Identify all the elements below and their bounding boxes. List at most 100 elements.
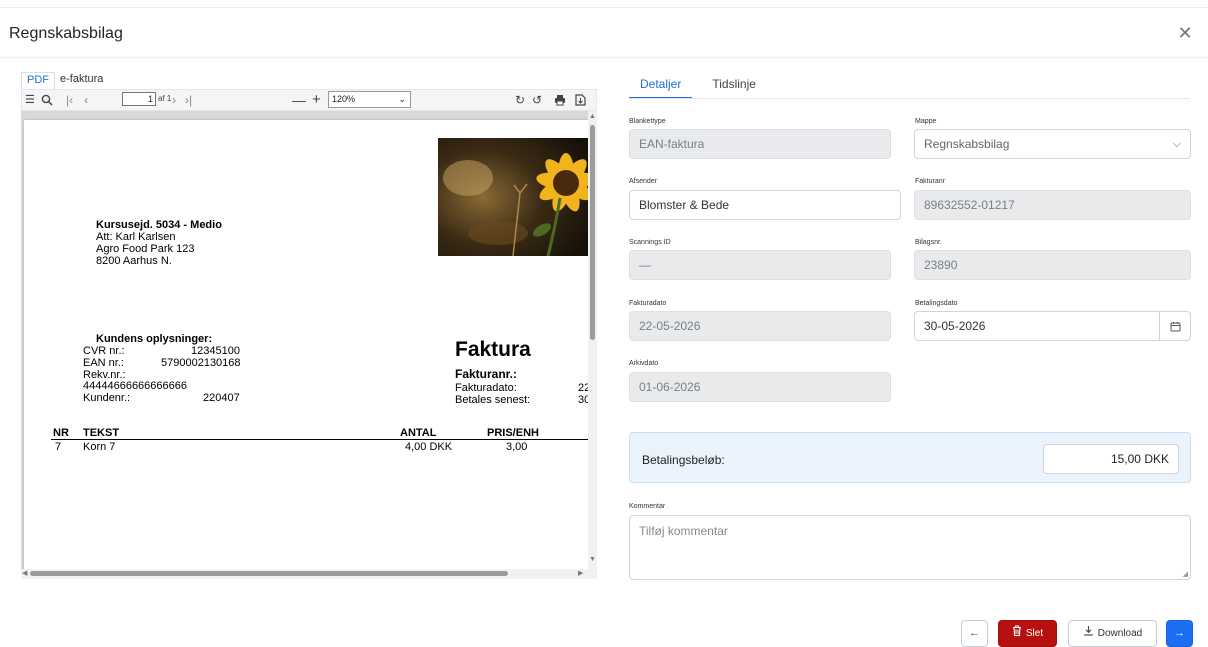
tab-e-faktura[interactable]: e-faktura xyxy=(55,72,108,89)
betalingsdato-label: Betalingsdato xyxy=(915,300,958,307)
zoom-value: 120% xyxy=(332,94,356,104)
resize-handle-icon[interactable]: ◢ xyxy=(1183,570,1188,578)
pdf-page: Kursusejd. 5034 - Medio Att: Karl Karlse… xyxy=(24,120,590,579)
zoom-in-icon[interactable]: + xyxy=(312,92,321,108)
print-icon[interactable] xyxy=(554,92,566,110)
next-page-icon[interactable]: › xyxy=(172,92,176,108)
bilagsnr-field: 23890 xyxy=(914,250,1191,280)
sunflower-image xyxy=(438,138,588,256)
pdf-viewer[interactable]: Kursusejd. 5034 - Medio Att: Karl Karlse… xyxy=(21,111,597,579)
vertical-scrollbar[interactable]: ▲ ▼ xyxy=(588,111,597,569)
doc-address-line: 8200 Aarhus N. xyxy=(96,255,172,267)
page-number-input[interactable]: 1 xyxy=(122,92,156,106)
scroll-thumb[interactable] xyxy=(590,125,595,340)
doc-cvr-value: 12345100 xyxy=(191,345,240,357)
afsender-input[interactable]: Blomster & Bede xyxy=(629,190,901,220)
arrow-left-icon: ← xyxy=(969,627,980,639)
menu-icon[interactable]: ☰ xyxy=(25,92,35,108)
doc-address-line: Agro Food Park 123 xyxy=(96,243,195,255)
betalingsdato-input[interactable]: 30-05-2026 xyxy=(914,311,1191,341)
header-divider xyxy=(0,57,1208,58)
prev-page-icon[interactable]: ‹ xyxy=(84,92,88,108)
comment-placeholder: Tilføj kommentar xyxy=(639,524,728,538)
top-divider xyxy=(0,7,1208,8)
mappe-select[interactable]: Regnskabsbilag ⌵ xyxy=(914,129,1191,159)
delete-label: Slet xyxy=(1025,628,1044,640)
download-icon xyxy=(1083,621,1094,646)
doc-cvr-label: CVR nr.: xyxy=(83,345,125,357)
rotate-ccw-icon[interactable]: ↺ xyxy=(532,92,542,108)
search-icon[interactable] xyxy=(41,92,53,110)
blankettype-field: EAN-faktura xyxy=(629,129,891,159)
horizontal-scrollbar[interactable]: ◀ ▶ xyxy=(21,569,597,579)
detail-tabs: Detaljer Tidslinje xyxy=(629,77,787,99)
tab-pdf[interactable]: PDF xyxy=(21,72,55,89)
next-button[interactable]: → xyxy=(1166,620,1193,647)
doc-faktura-title: Faktura xyxy=(455,338,531,361)
calendar-divider xyxy=(1159,312,1160,340)
zoom-select[interactable]: 120% ⌄ xyxy=(328,91,411,108)
fakturadato-label: Fakturadato xyxy=(629,300,667,307)
scroll-thumb[interactable] xyxy=(30,571,508,576)
doc-fakturadato-label: Fakturadato: xyxy=(455,382,517,394)
tab-divider xyxy=(629,98,1190,99)
kommentar-label: Kommentar xyxy=(629,503,666,510)
doc-row-antal: 4,00 DKK xyxy=(405,441,453,453)
doc-betales-label: Betales senest: xyxy=(455,394,531,406)
rotate-cw-icon[interactable]: ↻ xyxy=(515,92,525,108)
blankettype-label: Blankettype xyxy=(629,118,666,125)
doc-address-line: Att: Karl Karlsen xyxy=(96,231,176,243)
arkivdato-label: Arkivdato xyxy=(629,360,659,367)
download-button[interactable]: Download xyxy=(1068,620,1157,647)
download-label: Download xyxy=(1097,628,1143,640)
zoom-out-icon[interactable]: — xyxy=(292,92,306,108)
payment-amount-input[interactable]: 15,00 DKK xyxy=(1043,444,1179,474)
bilagsnr-label: Bilagsnr. xyxy=(915,239,942,246)
payment-amount-panel: Betalingsbeløb: 15,00 DKK xyxy=(629,432,1191,483)
doc-rekv-value: 44444666666666666 xyxy=(83,380,188,392)
scanningsid-label: Scannings ID xyxy=(629,239,671,246)
doc-customer-heading: Kundens oplysninger: xyxy=(96,333,213,345)
doc-ean-value: 5790002130168 xyxy=(161,357,241,369)
arkivdato-field: 01-06-2026 xyxy=(629,372,891,402)
payment-amount-label: Betalingsbeløb: xyxy=(642,453,725,467)
fakturanr-label: Fakturanr xyxy=(915,178,945,185)
scroll-up-icon[interactable]: ▲ xyxy=(589,113,596,120)
first-page-icon[interactable]: |‹ xyxy=(66,92,73,108)
doc-kunde-value: 220407 xyxy=(203,392,240,404)
close-icon[interactable]: ✕ xyxy=(1176,24,1194,42)
calendar-icon[interactable] xyxy=(1170,312,1181,343)
doc-ean-label: EAN nr.: xyxy=(83,357,124,369)
scroll-left-icon[interactable]: ◀ xyxy=(22,569,27,577)
afsender-label: Afsender xyxy=(629,178,658,185)
doc-col-tekst: TEKST xyxy=(83,427,120,439)
scroll-right-icon[interactable]: ▶ xyxy=(578,569,583,577)
doc-table-rule xyxy=(51,439,588,440)
back-button[interactable]: ← xyxy=(961,620,988,647)
mappe-label: Mappe xyxy=(915,118,937,125)
download-doc-icon[interactable] xyxy=(575,92,586,110)
fakturadato-field: 22-05-2026 xyxy=(629,311,891,341)
tab-detaljer[interactable]: Detaljer xyxy=(629,77,693,99)
last-page-icon[interactable]: ›| xyxy=(185,92,192,108)
fakturanr-field: 89632552-01217 xyxy=(914,190,1191,220)
doc-row-pris: 3,00 xyxy=(506,441,528,453)
pdf-toolbar: ☰ |‹ ‹ 1 af 1 › ›| — + 120% ⌄ ↻ ↺ xyxy=(21,89,597,111)
doc-col-antal: ANTAL xyxy=(400,427,437,439)
doc-col-nr: NR xyxy=(53,427,69,439)
viewer-tabs: PDF e-faktura xyxy=(21,72,108,89)
chevron-down-icon: ⌄ xyxy=(398,94,406,104)
tab-tidslinje[interactable]: Tidslinje xyxy=(712,77,767,99)
doc-row-tekst: Korn 7 xyxy=(83,441,116,453)
betalingsdato-value: 30-05-2026 xyxy=(924,319,986,333)
arrow-right-icon: → xyxy=(1174,627,1185,639)
scroll-down-icon[interactable]: ▼ xyxy=(589,556,596,563)
doc-row-nr: 7 xyxy=(55,441,62,453)
trash-icon xyxy=(1012,621,1022,646)
doc-col-pris: PRIS/ENH xyxy=(487,427,539,439)
doc-fakturanr-label: Fakturanr.: xyxy=(455,367,518,381)
delete-button[interactable]: Slet xyxy=(998,620,1057,647)
comment-textarea[interactable]: Tilføj kommentar ◢ xyxy=(629,515,1191,580)
doc-kunde-label: Kundenr.: xyxy=(83,392,131,404)
chevron-down-icon: ⌵ xyxy=(1172,138,1181,150)
